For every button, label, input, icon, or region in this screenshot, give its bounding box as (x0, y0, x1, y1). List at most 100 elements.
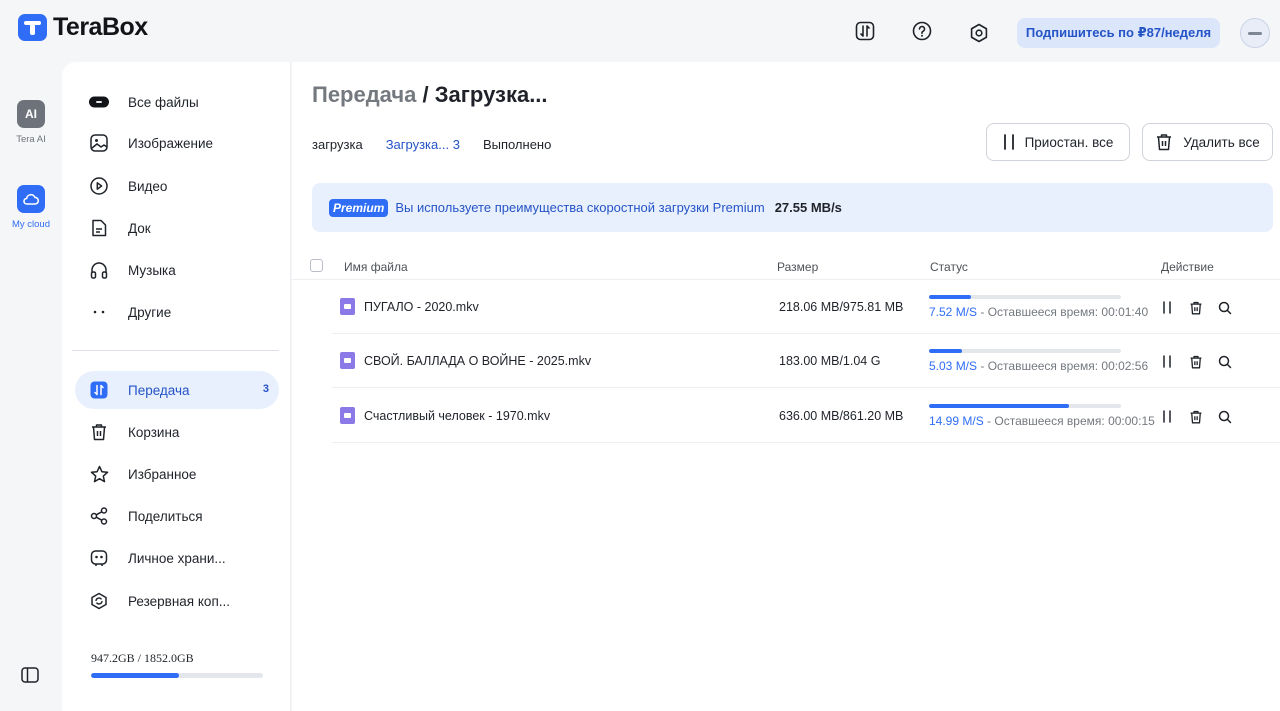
column-action: Действие (1161, 260, 1214, 274)
sidebar-item-label: Музыка (128, 262, 176, 278)
share-icon (89, 506, 109, 526)
help-icon[interactable] (912, 21, 932, 41)
terabox-logo[interactable]: TeraBox (18, 13, 148, 42)
backup-icon (89, 591, 109, 611)
rail-item-label: Tera AI (16, 134, 46, 145)
sidebar-item-transfer[interactable]: Передача 3 (75, 371, 279, 409)
left-rail: AI Tera AI My cloud (0, 62, 62, 711)
collapse-sidebar-icon[interactable] (21, 667, 39, 683)
sidebar-divider (72, 350, 279, 351)
pause-icon[interactable] (1158, 299, 1175, 316)
trash-icon[interactable] (1187, 353, 1204, 370)
row-actions (1158, 353, 1233, 370)
sidebar-item-trash[interactable]: Корзина (75, 413, 279, 451)
storage-usage-bar (91, 673, 263, 678)
trash-icon[interactable] (1187, 408, 1204, 425)
settings-icon[interactable] (969, 23, 989, 43)
progress-bar (929, 349, 1121, 353)
premium-banner-text: Вы используете преимущества скоростной з… (395, 200, 765, 215)
trash-icon (1157, 134, 1172, 151)
trash-icon[interactable] (1187, 299, 1204, 316)
transfer-tabs: загрузка Загрузка... 3 Выполнено (312, 137, 574, 152)
app-name: TeraBox (53, 13, 148, 41)
sidebar-item-label: Другие (128, 304, 172, 320)
storage-usage-text: 947.2GB / 1852.0GB (91, 651, 194, 665)
more-dots-icon (89, 302, 109, 322)
main-panel: Передача / Загрузка... загрузка Загрузка… (292, 62, 1280, 711)
file-size: 183.00 MB/1.04 G (779, 354, 881, 368)
table-row[interactable]: Счастливый человек - 1970.mkv 636.00 MB/… (332, 389, 1280, 443)
column-size[interactable]: Размер (777, 260, 818, 274)
progress-bar (929, 404, 1121, 408)
vault-icon (89, 548, 109, 568)
transfer-icon[interactable] (855, 21, 875, 41)
breadcrumb-transfer[interactable]: Передача (312, 82, 416, 107)
file-size: 636.00 MB/861.20 MB (779, 409, 904, 423)
rail-item-tera-ai[interactable]: AI Tera AI (0, 100, 62, 145)
progress-info: 5.03 M/S - Оставшееся время: 00:02:56 (929, 359, 1149, 373)
file-name: ПУГАЛО - 2020.mkv (364, 300, 479, 314)
breadcrumb-current: Загрузка... (434, 82, 548, 107)
subscribe-button[interactable]: Подпишитесь по ₽87/неделя (1017, 18, 1220, 48)
search-icon[interactable] (1216, 353, 1233, 370)
premium-badge: Premium (329, 198, 389, 217)
column-name[interactable]: Имя файла (344, 260, 408, 274)
document-icon (89, 218, 109, 238)
total-speed: 27.55 MB/s (774, 200, 842, 215)
table-row[interactable]: СВОЙ. БАЛЛАДА О ВОЙНЕ - 2025.mkv 183.00 … (332, 334, 1280, 388)
delete-all-button[interactable]: Удалить все (1142, 123, 1273, 161)
sidebar-item-music[interactable]: Музыка (75, 251, 279, 289)
sidebar-item-label: Поделиться (128, 508, 203, 524)
tab-completed[interactable]: Выполнено (483, 137, 551, 152)
video-icon (89, 176, 109, 196)
progress-fill (929, 295, 972, 299)
avatar[interactable] (1240, 18, 1270, 48)
sidebar-item-video[interactable]: Видео (75, 167, 279, 205)
image-icon (89, 133, 109, 153)
sidebar-item-label: Резервная коп... (128, 593, 231, 609)
page-title: Передача / Загрузка... (312, 82, 548, 107)
sidebar-item-share[interactable]: Поделиться (75, 497, 279, 535)
progress-bar (929, 295, 1121, 299)
sidebar-item-label: Все файлы (128, 94, 199, 110)
avatar-placeholder-icon (1248, 31, 1262, 35)
headphones-icon (89, 260, 109, 280)
sidebar-item-label: Избранное (128, 466, 197, 482)
sidebar-item-personal-vault[interactable]: Личное храни... (75, 539, 279, 577)
tab-downloading[interactable]: Загрузка... 3 (386, 137, 460, 152)
sidebar-item-docs[interactable]: Док (75, 209, 279, 247)
search-icon[interactable] (1216, 299, 1233, 316)
sidebar-item-favorites[interactable]: Избранное (75, 455, 279, 493)
sidebar-item-backup[interactable]: Резервная коп... (75, 582, 279, 620)
progress-fill (929, 404, 1070, 408)
row-actions (1158, 408, 1233, 425)
pause-all-button[interactable]: Приостан. все (986, 123, 1130, 161)
sidebar-item-other[interactable]: Другие (75, 293, 279, 331)
sidebar-item-label: Личное храни... (128, 550, 226, 566)
tab-download[interactable]: загрузка (312, 137, 363, 152)
tera-ai-icon: AI (17, 100, 45, 128)
video-file-icon (340, 298, 355, 315)
file-size: 218.06 MB/975.81 MB (779, 300, 904, 314)
progress-fill (929, 349, 962, 353)
search-icon[interactable] (1216, 408, 1233, 425)
video-file-icon (340, 407, 355, 424)
progress-info: 7.52 M/S - Оставшееся время: 00:01:40 (929, 305, 1149, 319)
table-row[interactable]: ПУГАЛО - 2020.mkv 218.06 MB/975.81 MB 7.… (332, 280, 1280, 334)
all-files-icon (89, 92, 109, 112)
star-icon (89, 464, 109, 484)
cloud-icon (17, 185, 45, 213)
rail-item-my-cloud[interactable]: My cloud (0, 185, 62, 230)
sidebar: Все файлы Изображение Видео Док Музыка Д… (62, 62, 291, 711)
sidebar-item-label: Видео (128, 178, 168, 194)
sidebar-item-all-files[interactable]: Все файлы (75, 83, 279, 121)
video-file-icon (340, 352, 355, 369)
rail-item-label: My cloud (11, 219, 50, 230)
row-actions (1158, 299, 1233, 316)
sidebar-item-images[interactable]: Изображение (75, 124, 279, 162)
trash-icon (89, 422, 109, 442)
sidebar-item-label: Передача (128, 382, 190, 398)
pause-icon[interactable] (1158, 353, 1175, 370)
sidebar-item-label: Изображение (128, 135, 214, 151)
pause-icon[interactable] (1158, 408, 1175, 425)
